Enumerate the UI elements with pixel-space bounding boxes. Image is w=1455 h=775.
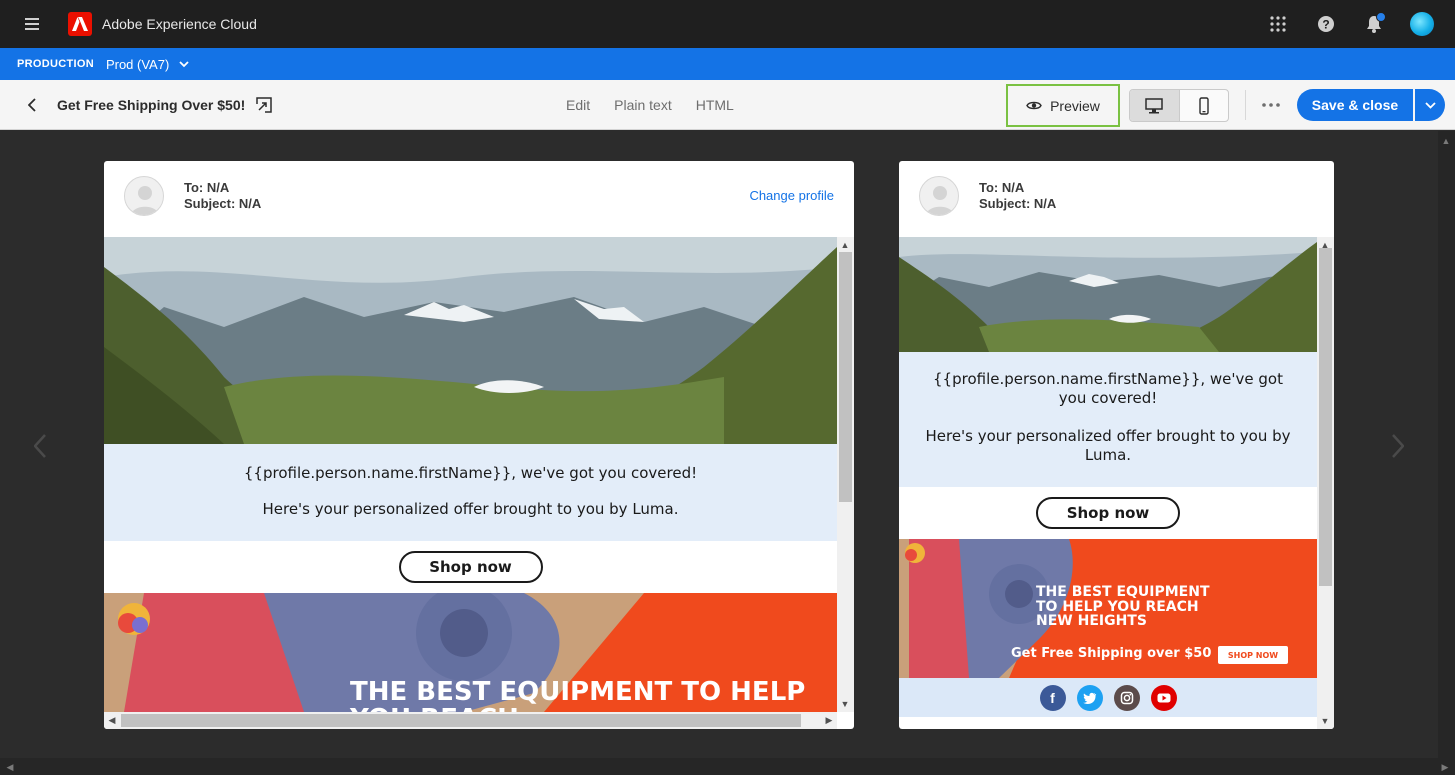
toolbar-divider xyxy=(1245,90,1246,120)
user-avatar[interactable] xyxy=(1398,0,1446,48)
page-horizontal-scrollbar[interactable]: ◀ ▶ xyxy=(0,758,1455,775)
tab-edit[interactable]: Edit xyxy=(566,97,590,113)
sandbox-selector[interactable]: Prod (VA7) xyxy=(106,57,169,72)
promo-banner[interactable]: THE BEST EQUIPMENT TO HELP YOU REACH NEW… xyxy=(899,539,1317,678)
back-arrow-icon[interactable] xyxy=(22,95,42,115)
shop-now-button[interactable]: Shop now xyxy=(398,551,543,583)
editor-toolbar: Get Free Shipping Over $50! Edit Plain t… xyxy=(0,80,1455,130)
offer-text: Here's your personalized offer brought t… xyxy=(925,427,1291,464)
adobe-logo[interactable] xyxy=(68,12,92,36)
greeting-text: {{profile.person.name.firstName}}, we've… xyxy=(933,370,1283,407)
device-toggle xyxy=(1129,89,1229,122)
desktop-icon[interactable] xyxy=(1130,90,1179,121)
global-header: Adobe Experience Cloud ? xyxy=(0,0,1455,48)
preview-canvas: To: N/A Subject: N/A Change profile {{pr… xyxy=(0,131,1455,758)
help-icon[interactable]: ? xyxy=(1302,0,1350,48)
banner-subline: Get Free Shipping over $50 xyxy=(1011,646,1212,661)
greeting-text: {{profile.person.name.firstName}}, we've… xyxy=(243,464,698,482)
banner-headline: THE BEST EQUIPMENT TO HELP YOU REACH xyxy=(350,677,806,712)
vertical-scrollbar[interactable]: ▲ ▼ xyxy=(837,237,854,712)
eye-icon xyxy=(1026,98,1042,114)
hero-mountain-image xyxy=(899,237,1317,352)
subject-field: Subject: N/A xyxy=(184,196,262,211)
subject-field: Subject: N/A xyxy=(979,196,1057,211)
profile-avatar-icon xyxy=(919,176,959,216)
to-field: To: N/A xyxy=(979,180,1025,195)
banner-shop-now-button[interactable]: SHOP NOW xyxy=(1218,646,1288,664)
preview-header: To: N/A Subject: N/A Change profile xyxy=(104,161,854,237)
facebook-icon[interactable]: f xyxy=(1039,684,1066,711)
email-body-desktop: {{profile.person.name.firstName}}, we've… xyxy=(104,237,837,712)
vertical-scrollbar[interactable]: ▲ ▼ xyxy=(1317,237,1334,729)
app-title[interactable]: Adobe Experience Cloud xyxy=(102,16,257,32)
greeting-block: {{profile.person.name.firstName}}, we've… xyxy=(899,352,1317,487)
next-arrow-icon[interactable] xyxy=(1388,431,1408,461)
svg-text:?: ? xyxy=(1322,18,1329,32)
environment-label: PRODUCTION xyxy=(17,58,94,70)
greeting-block: {{profile.person.name.firstName}}, we've… xyxy=(104,444,837,541)
preview-header: To: N/A Subject: N/A xyxy=(899,161,1334,237)
offer-text: Here's your personalized offer brought t… xyxy=(262,500,679,518)
save-options-chevron-icon[interactable] xyxy=(1415,89,1445,121)
previous-arrow-icon[interactable] xyxy=(30,431,50,461)
youtube-icon[interactable] xyxy=(1150,684,1177,711)
social-links: f xyxy=(899,678,1317,717)
hero-mountain-image xyxy=(104,237,837,444)
banner-headline: THE BEST EQUIPMENT TO HELP YOU REACH NEW… xyxy=(1036,584,1210,630)
page-vertical-scrollbar[interactable]: ▲ xyxy=(1438,131,1455,758)
chevron-down-icon[interactable] xyxy=(179,60,189,68)
mobile-icon[interactable] xyxy=(1178,90,1228,121)
to-field: To: N/A xyxy=(184,180,230,195)
mobile-preview-card: To: N/A Subject: N/A {{profile.person.na… xyxy=(899,161,1334,729)
horizontal-scrollbar[interactable]: ◀ ▶ xyxy=(104,712,837,729)
sandbox-bar: PRODUCTION Prod (VA7) xyxy=(0,48,1455,80)
open-properties-icon[interactable] xyxy=(254,95,274,115)
more-actions-icon[interactable] xyxy=(1258,95,1284,115)
change-profile-link[interactable]: Change profile xyxy=(749,188,834,203)
preview-label: Preview xyxy=(1050,97,1100,114)
apps-grid-icon[interactable] xyxy=(1254,0,1302,48)
promo-banner[interactable]: THE BEST EQUIPMENT TO HELP YOU REACH xyxy=(104,593,837,712)
instagram-icon[interactable] xyxy=(1113,684,1140,711)
shop-now-button[interactable]: Shop now xyxy=(1036,497,1180,529)
email-body-mobile: {{profile.person.name.firstName}}, we've… xyxy=(899,237,1317,729)
profile-avatar-icon xyxy=(124,176,164,216)
save-and-close-button[interactable]: Save & close xyxy=(1297,89,1413,121)
tab-plain-text[interactable]: Plain text xyxy=(614,97,672,113)
message-title: Get Free Shipping Over $50! xyxy=(57,97,246,113)
notification-badge xyxy=(1376,12,1386,22)
cta-row: Shop now xyxy=(899,487,1317,539)
tab-html[interactable]: HTML xyxy=(696,97,734,113)
desktop-preview-card: To: N/A Subject: N/A Change profile {{pr… xyxy=(104,161,854,729)
notifications-bell-icon[interactable] xyxy=(1350,0,1398,48)
preview-button[interactable]: Preview xyxy=(1006,84,1120,127)
menu-icon[interactable] xyxy=(0,0,64,48)
cta-row: Shop now xyxy=(104,541,837,593)
twitter-icon[interactable] xyxy=(1076,684,1103,711)
